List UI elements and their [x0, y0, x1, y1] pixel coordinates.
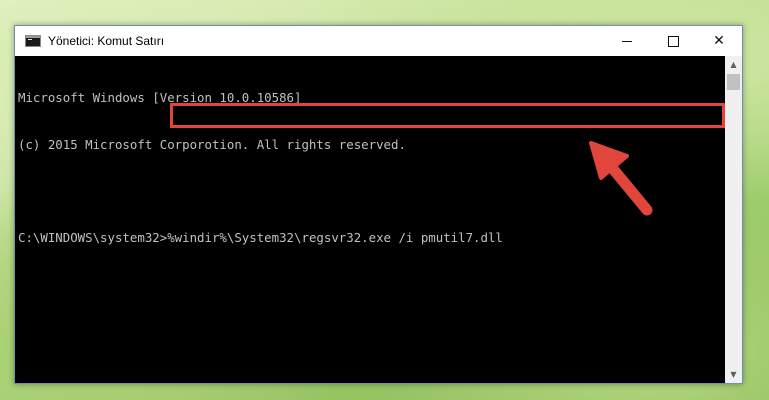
- scroll-up-icon[interactable]: ▲: [725, 56, 742, 73]
- window-title: Yönetici: Komut Satırı: [48, 34, 165, 48]
- console-prompt: C:\WINDOWS\system32>: [18, 229, 168, 245]
- console-command[interactable]: %windir%\System32\regsvr32.exe /i pmutil…: [167, 230, 503, 246]
- minimize-icon: [622, 40, 632, 42]
- close-icon: ✕: [713, 33, 725, 49]
- title-bar[interactable]: Yönetici: Komut Satırı ✕: [15, 26, 742, 56]
- cmd-app-icon: [25, 35, 41, 47]
- scrollbar-thumb[interactable]: [727, 74, 740, 90]
- minimize-button[interactable]: [604, 26, 650, 56]
- console-prompt-line: C:\WINDOWS\system32> %windir%\System32\re…: [18, 230, 725, 246]
- red-arrow-icon: [589, 141, 653, 216]
- scroll-down-icon[interactable]: ▼: [725, 366, 742, 383]
- maximize-button[interactable]: [650, 26, 696, 56]
- window-controls: ✕: [604, 26, 742, 56]
- close-button[interactable]: ✕: [696, 26, 742, 56]
- vertical-scrollbar[interactable]: ▲ ▼: [725, 56, 742, 383]
- maximize-icon: [667, 35, 679, 47]
- command-highlight-box: [170, 103, 725, 128]
